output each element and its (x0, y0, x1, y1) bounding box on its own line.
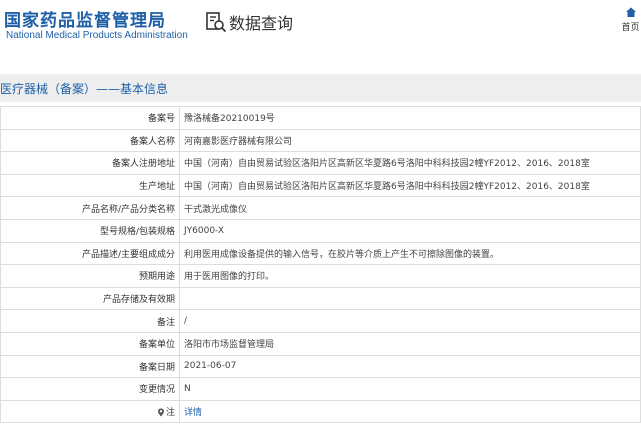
home-link[interactable]: 首页 (620, 6, 641, 33)
row-label-text: 备案号 (147, 114, 175, 125)
search-document-icon (206, 12, 227, 33)
site-header: 国家药品监督管理局 National Medical Products Admi… (0, 0, 641, 64)
table-row: 生产地址 中国（河南）自由贸易试验区洛阳片区高新区华夏路6号洛阳中科科技园2幢YF… (0, 173, 641, 198)
row-label-text: 生产地址 (138, 182, 175, 193)
row-label: 注 (0, 399, 180, 424)
row-value: 河南嘉影医疗器械有限公司 (179, 128, 641, 153)
table-row: 预期用途 用于医用图像的打印。 (0, 264, 641, 288)
table-row: 备案单位 洛阳市市场监督管理局 (0, 331, 641, 356)
row-label: 产品描述/主要组成成分 (0, 241, 180, 266)
row-label-text: 产品描述/主要组成成分 (81, 249, 175, 260)
section-bar: 医疗器械（备案）——基本信息 (0, 74, 641, 102)
data-query-link[interactable]: 数据查询 (205, 10, 293, 34)
row-label-text: 备案人注册地址 (111, 159, 175, 170)
row-label: 变更情况 (0, 377, 180, 401)
row-value: / (179, 309, 641, 333)
row-value: 干式激光成像仪 (179, 196, 641, 220)
row-label: 备案日期 (0, 354, 180, 379)
table-row: 变更情况 N (0, 377, 641, 401)
logo-title-en[interactable]: National Medical Products Administration (6, 30, 188, 41)
table-row: 备案人名称 河南嘉影医疗器械有限公司 (0, 128, 641, 153)
row-label: 型号规格/包装规格 (0, 218, 180, 243)
section-title: 医疗器械（备案）——基本信息 (0, 82, 169, 96)
table-row: 备注 / (0, 309, 641, 333)
details-link[interactable]: 详情 (179, 399, 641, 424)
row-label: 产品存储及有效期 (0, 286, 180, 311)
row-value: 利用医用成像设备提供的输入信号，在胶片等介质上产生不可擦除图像的装置。 (179, 241, 641, 266)
table-row: 备案号 豫洛械备20210019号 (0, 106, 641, 130)
row-label: 备案人名称 (0, 128, 180, 153)
table-row: 注详情 (0, 399, 641, 424)
row-label-text: 产品名称/产品分类名称 (81, 204, 175, 215)
row-label: 备案人注册地址 (0, 151, 180, 175)
table-row: 产品描述/主要组成成分 利用医用成像设备提供的输入信号，在胶片等介质上产生不可擦除… (0, 241, 641, 266)
map-pin-icon (157, 408, 164, 417)
row-label-text: 备注 (156, 317, 175, 328)
logo-title-cn[interactable]: 国家药品监督管理局 (4, 6, 166, 31)
row-label: 预期用途 (0, 264, 180, 288)
home-label: 首页 (621, 23, 640, 33)
table-row: 产品存储及有效期 (0, 286, 641, 311)
row-label-text: 型号规格/包装规格 (99, 227, 175, 238)
row-label-text: 注 (165, 408, 175, 419)
row-label: 产品名称/产品分类名称 (0, 196, 180, 220)
row-value: 中国（河南）自由贸易试验区洛阳片区高新区华夏路6号洛阳中科科技园2幢YF2012… (179, 173, 641, 198)
row-label-text: 备案人名称 (129, 136, 175, 147)
row-label-text: 备案单位 (138, 340, 175, 351)
table-row: 型号规格/包装规格 JY6000-X (0, 218, 641, 243)
row-label-text: 备案日期 (138, 362, 175, 373)
row-label: 备案单位 (0, 331, 180, 356)
row-value: 洛阳市市场监督管理局 (179, 331, 641, 356)
row-label-text: 预期用途 (138, 272, 175, 283)
table-row: 备案人注册地址 中国（河南）自由贸易试验区洛阳片区高新区华夏路6号洛阳中科科技园2… (0, 151, 641, 175)
row-label: 生产地址 (0, 173, 180, 198)
row-value: 中国（河南）自由贸易试验区洛阳片区高新区华夏路6号洛阳中科科技园2幢YF2012… (179, 151, 641, 175)
row-label: 备注 (0, 309, 180, 333)
row-value: N (179, 377, 641, 401)
row-value: 2021-06-07 (179, 354, 641, 379)
row-label-text: 产品存储及有效期 (102, 295, 175, 306)
row-value: 用于医用图像的打印。 (179, 264, 641, 288)
table-row: 产品名称/产品分类名称 干式激光成像仪 (0, 196, 641, 220)
row-value: 豫洛械备20210019号 (179, 106, 641, 130)
row-value (179, 286, 641, 311)
row-label: 备案号 (0, 106, 180, 130)
row-value: JY6000-X (179, 218, 641, 243)
row-label-text: 变更情况 (138, 385, 175, 396)
table-row: 备案日期 2021-06-07 (0, 354, 641, 379)
info-table: 备案号 豫洛械备20210019号 备案人名称 河南嘉影医疗器械有限公司 备案人注册地址… (0, 106, 641, 424)
home-icon (625, 7, 636, 17)
data-query-label: 数据查询 (229, 14, 294, 33)
